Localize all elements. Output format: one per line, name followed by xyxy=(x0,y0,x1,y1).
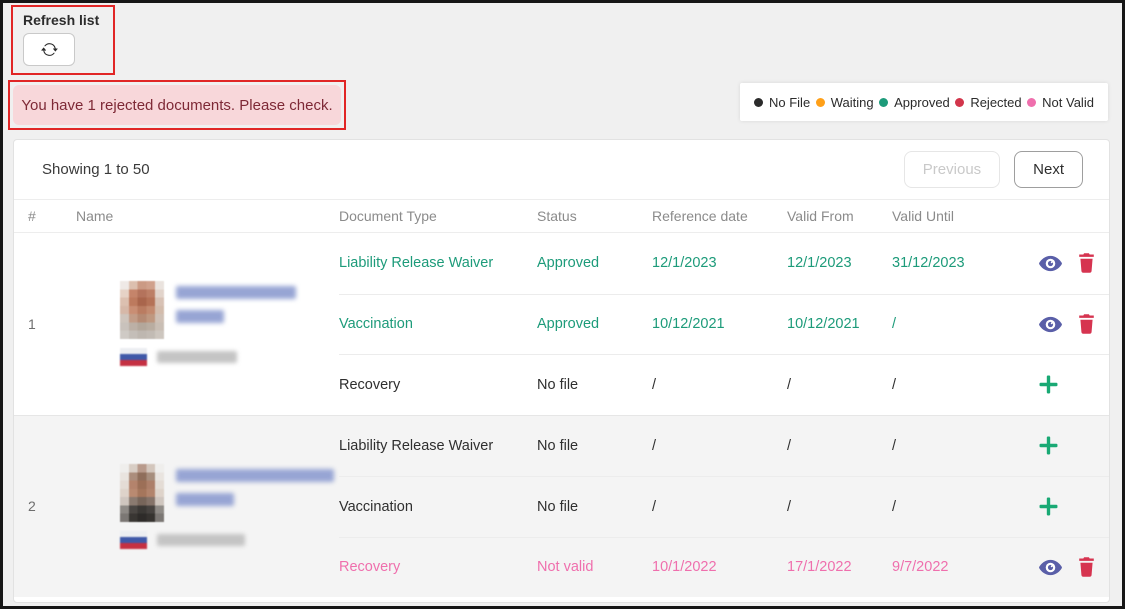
legend-label: Approved xyxy=(894,95,950,110)
status-legend: No File Waiting Approved Rejected Not Va… xyxy=(740,83,1108,121)
document-type: Vaccination xyxy=(339,294,537,355)
valid-until: / xyxy=(892,294,1027,355)
column-header-status: Status xyxy=(537,208,652,224)
valid-until: 9/7/2022 xyxy=(892,537,1027,598)
column-header-reference-date: Reference date xyxy=(652,208,787,224)
person-name-redacted xyxy=(176,286,296,299)
legend-label: No File xyxy=(769,95,810,110)
document-actions xyxy=(1027,294,1109,355)
documents-table-card: Showing 1 to 50 Previous Next # Name Doc… xyxy=(13,139,1110,603)
document-actions xyxy=(1027,354,1109,415)
delete-document-button[interactable] xyxy=(1078,253,1095,273)
table-header-row: # Name Document Type Status Reference da… xyxy=(14,200,1109,233)
valid-from: / xyxy=(787,476,892,537)
legend-dot xyxy=(1027,98,1036,107)
legend-item: Waiting xyxy=(816,95,874,110)
document-actions xyxy=(1027,537,1109,598)
country-flag xyxy=(120,348,147,366)
valid-until: / xyxy=(892,476,1027,537)
legend-label: Waiting xyxy=(831,95,874,110)
reference-date: / xyxy=(652,476,787,537)
country-name-redacted xyxy=(157,534,245,546)
legend-dot xyxy=(955,98,964,107)
document-status: Approved xyxy=(537,233,652,294)
document-type: Recovery xyxy=(339,354,537,415)
table-body: 1 xyxy=(14,233,1109,597)
document-type: Vaccination xyxy=(339,476,537,537)
reference-date: / xyxy=(652,354,787,415)
previous-page-button[interactable]: Previous xyxy=(904,151,1000,188)
legend-item: No File xyxy=(754,95,810,110)
valid-from: / xyxy=(787,354,892,415)
document-type: Liability Release Waiver xyxy=(339,233,537,294)
valid-until: 31/12/2023 xyxy=(892,233,1027,294)
refresh-icon xyxy=(41,41,58,58)
country-flag xyxy=(120,531,147,549)
refresh-list-label: Refresh list xyxy=(23,12,113,28)
rejected-documents-alert: You have 1 rejected documents. Please ch… xyxy=(13,85,341,125)
person-name-cell[interactable] xyxy=(64,416,339,598)
column-header-valid-until: Valid Until xyxy=(892,208,1027,224)
view-document-button[interactable] xyxy=(1039,255,1062,272)
document-type: Liability Release Waiver xyxy=(339,416,537,477)
document-status: Approved xyxy=(537,294,652,355)
showing-count-label: Showing 1 to 50 xyxy=(42,161,904,178)
row-index: 2 xyxy=(14,416,64,598)
avatar xyxy=(120,281,164,339)
legend-item: Approved xyxy=(879,95,950,110)
row-index: 1 xyxy=(14,233,64,415)
refresh-annotation-box: Refresh list xyxy=(11,5,115,75)
valid-from: 10/12/2021 xyxy=(787,294,892,355)
column-header-index: # xyxy=(14,208,64,224)
reference-date: / xyxy=(652,416,787,477)
valid-from: 17/1/2022 xyxy=(787,537,892,598)
refresh-button[interactable] xyxy=(23,33,75,66)
table-toolbar: Showing 1 to 50 Previous Next xyxy=(14,140,1109,200)
reference-date: 10/1/2022 xyxy=(652,537,787,598)
add-document-button[interactable] xyxy=(1039,436,1058,455)
delete-document-button[interactable] xyxy=(1078,314,1095,334)
country-name-redacted xyxy=(157,351,237,363)
add-document-button[interactable] xyxy=(1039,497,1058,516)
reference-date: 10/12/2021 xyxy=(652,294,787,355)
document-actions xyxy=(1027,416,1109,477)
legend-dot xyxy=(816,98,825,107)
table-row-group: 1 xyxy=(14,233,1109,415)
person-firstname-redacted xyxy=(176,310,224,323)
document-actions xyxy=(1027,233,1109,294)
view-document-button[interactable] xyxy=(1039,559,1062,576)
legend-dot xyxy=(879,98,888,107)
document-status: No file xyxy=(537,416,652,477)
table-row-group: 2 xyxy=(14,415,1109,598)
document-status: No file xyxy=(537,354,652,415)
legend-label: Rejected xyxy=(970,95,1021,110)
legend-item: Rejected xyxy=(955,95,1021,110)
next-page-button[interactable]: Next xyxy=(1014,151,1083,188)
valid-from: 12/1/2023 xyxy=(787,233,892,294)
document-status: Not valid xyxy=(537,537,652,598)
legend-dot xyxy=(754,98,763,107)
document-status: No file xyxy=(537,476,652,537)
valid-from: / xyxy=(787,416,892,477)
person-name-cell[interactable] xyxy=(64,233,339,415)
add-document-button[interactable] xyxy=(1039,375,1058,394)
document-actions xyxy=(1027,476,1109,537)
legend-label: Not Valid xyxy=(1042,95,1094,110)
avatar xyxy=(120,464,164,522)
valid-until: / xyxy=(892,354,1027,415)
column-header-document-type: Document Type xyxy=(339,208,537,224)
column-header-name: Name xyxy=(64,208,339,224)
person-name-redacted xyxy=(176,469,334,482)
valid-until: / xyxy=(892,416,1027,477)
delete-document-button[interactable] xyxy=(1078,557,1095,577)
person-firstname-redacted xyxy=(176,493,234,506)
reference-date: 12/1/2023 xyxy=(652,233,787,294)
legend-item: Not Valid xyxy=(1027,95,1094,110)
column-header-valid-from: Valid From xyxy=(787,208,892,224)
document-type: Recovery xyxy=(339,537,537,598)
alert-annotation-box: You have 1 rejected documents. Please ch… xyxy=(8,80,346,130)
view-document-button[interactable] xyxy=(1039,316,1062,333)
